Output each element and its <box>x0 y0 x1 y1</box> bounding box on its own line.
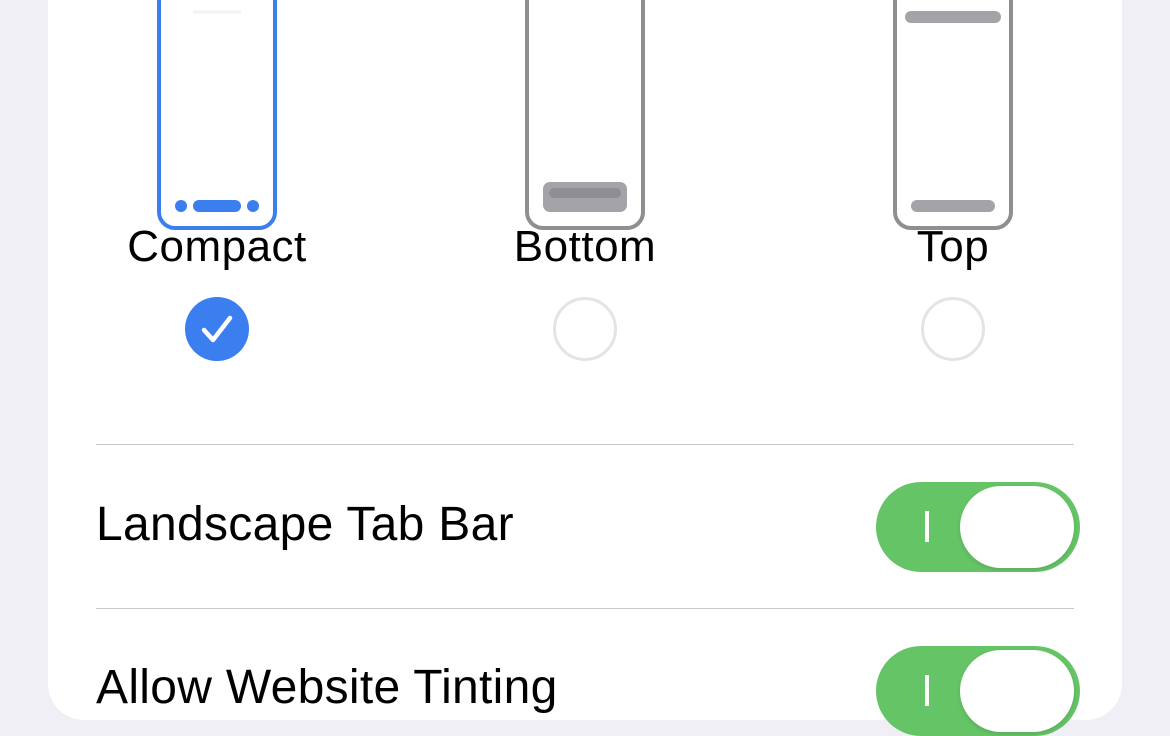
toggle-on-icon <box>925 675 929 706</box>
layout-option-compact[interactable]: Compact <box>97 0 337 370</box>
toggle-knob <box>960 486 1074 568</box>
radio-selected[interactable] <box>185 297 249 361</box>
divider <box>96 444 1074 445</box>
layout-option-label: Compact <box>127 222 307 271</box>
allow-website-tinting-label: Allow Website Tinting <box>96 661 558 714</box>
layout-option-label: Bottom <box>513 222 657 271</box>
toggle-knob <box>960 650 1074 732</box>
divider <box>96 608 1074 609</box>
top-layout-icon <box>893 0 1013 230</box>
layout-option-label: Top <box>916 222 990 271</box>
checkmark-icon <box>201 315 233 343</box>
radio-unselected[interactable] <box>553 297 617 361</box>
bottom-layout-icon <box>525 0 645 230</box>
landscape-tab-bar-toggle[interactable] <box>876 482 1080 572</box>
toggle-on-icon <box>925 511 929 542</box>
landscape-tab-bar-label: Landscape Tab Bar <box>96 498 514 551</box>
allow-website-tinting-toggle[interactable] <box>876 646 1080 736</box>
layout-option-bottom[interactable]: Bottom <box>465 0 705 370</box>
radio-unselected[interactable] <box>921 297 985 361</box>
compact-layout-icon <box>157 0 277 230</box>
settings-card: Compact Bottom Top Landscape Tab Bar All… <box>48 0 1122 736</box>
layout-option-top[interactable]: Top <box>833 0 1073 370</box>
